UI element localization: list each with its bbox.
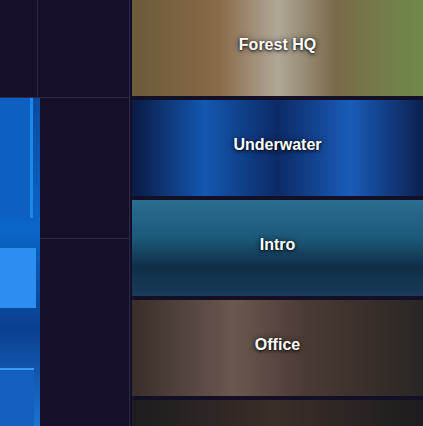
scene-label: Forest HQ [239, 36, 316, 54]
scene-label: Intro [260, 236, 296, 254]
map-tile[interactable] [0, 98, 40, 426]
scene-list: Forest HQ Underwater Intro Office [130, 0, 423, 426]
scene-card[interactable]: Office [132, 300, 423, 396]
scene-card[interactable]: Intro [132, 200, 423, 296]
scene-label: Office [255, 336, 300, 354]
scene-card[interactable] [132, 400, 423, 426]
scene-label: Underwater [233, 136, 321, 154]
map-canvas[interactable] [0, 0, 130, 426]
map-editor: Forest HQ Underwater Intro Office [0, 0, 423, 426]
scene-card[interactable]: Underwater [132, 100, 423, 196]
scene-card[interactable]: Forest HQ [132, 0, 423, 96]
